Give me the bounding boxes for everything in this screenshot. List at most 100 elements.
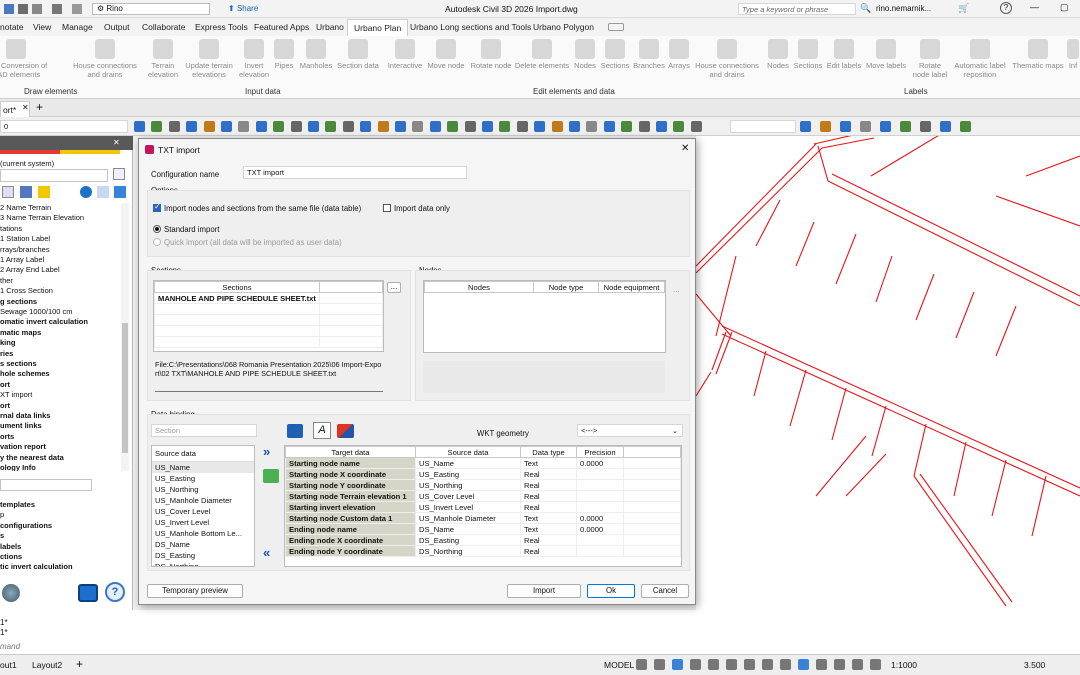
tab-annotate[interactable]: notate <box>0 22 24 32</box>
ribbon-btn-conversion[interactable]: ents Conversion of CAD elements <box>0 39 47 79</box>
tree-item[interactable]: 2 Name Terrain <box>0 203 51 212</box>
list-item[interactable]: DS_Northing <box>152 561 254 566</box>
toolbar-tool-icon[interactable] <box>621 121 633 132</box>
toolbar-tool-icon[interactable] <box>342 121 354 132</box>
ribbon-btn-label-nodes[interactable]: Nodes <box>765 39 791 70</box>
target-data-cell[interactable]: Starting node X coordinate <box>285 468 416 480</box>
table-row[interactable]: Ending node X coordinate DS_Easting Real <box>285 534 681 546</box>
ribbon-btn-thematic-maps[interactable]: Thematic maps <box>1010 39 1066 70</box>
tree-item[interactable]: XT import <box>0 390 32 399</box>
list-item[interactable]: US_Manhole Bottom Le... <box>152 528 254 539</box>
toolbar-tool-icon[interactable] <box>960 121 971 132</box>
ribbon-btn-terrain-elevation[interactable]: Terrain elevation <box>146 39 180 79</box>
toolbar-tool-icon[interactable] <box>238 121 250 132</box>
close-icon[interactable]: ✕ <box>681 143 689 154</box>
tree-item[interactable]: ument links <box>0 421 42 430</box>
toolbar-tool-icon[interactable] <box>395 121 406 132</box>
ribbon-btn-move-labels[interactable]: Move labels <box>864 39 908 70</box>
precision-cell[interactable] <box>576 490 624 502</box>
tree-view-icon[interactable] <box>2 186 14 198</box>
refresh-icon[interactable] <box>114 186 126 198</box>
tab-output[interactable]: Output <box>104 22 130 32</box>
status-toggle-icon[interactable] <box>870 659 881 670</box>
add-layout-icon[interactable]: + <box>76 657 83 671</box>
status-toggle-icon[interactable] <box>798 659 809 670</box>
tree-item[interactable]: vation report <box>0 442 46 451</box>
toolbar-tool-icon[interactable] <box>134 121 145 132</box>
help-icon[interactable]: ? <box>1000 2 1012 14</box>
precision-cell[interactable]: 0.0000 <box>576 523 624 535</box>
status-toggle-icon[interactable] <box>708 659 719 670</box>
table-row[interactable]: Ending node Y coordinate DS_Northing Real <box>285 545 681 557</box>
list-item[interactable]: US_Cover Level <box>152 506 254 517</box>
ribbon-btn-rotate-node-label[interactable]: Rotate node label <box>910 39 950 79</box>
panel-scrollbar[interactable] <box>121 203 129 471</box>
status-toggle-icon[interactable] <box>780 659 791 670</box>
tab-urbano-long-sections[interactable]: Urbano Long sections and Tools <box>410 22 531 32</box>
info-button[interactable] <box>78 584 98 602</box>
toolbar-tool-icon[interactable] <box>308 121 319 132</box>
target-data-cell[interactable]: Ending node Y coordinate <box>285 545 416 557</box>
toolbar-tool-icon[interactable] <box>360 121 372 132</box>
ribbon-btn-invert-elevation[interactable]: Invert elevation <box>237 39 271 79</box>
tree-item[interactable]: ology Info <box>0 463 36 471</box>
ribbon-btn-edit-labels[interactable]: Edit labels <box>825 39 863 70</box>
ribbon-btn-auto-reposition[interactable]: Automatic label reposition <box>950 39 1010 79</box>
sections-browse-button[interactable]: ... <box>387 282 401 293</box>
ribbon-btn-nodes[interactable]: Nodes <box>572 39 598 70</box>
ribbon-btn-label-sections[interactable]: Sections <box>792 39 824 70</box>
opt-same-file[interactable]: Import nodes and sections from the same … <box>153 202 361 213</box>
toolbar-tool-icon[interactable] <box>482 121 493 132</box>
section-type-combo[interactable]: Section <box>151 424 257 437</box>
tree-item[interactable]: 1 Array Label <box>0 255 44 264</box>
binding-grid[interactable]: Target data Source data Data type Precis… <box>284 445 682 567</box>
tab-featured-apps[interactable]: Featured Apps <box>254 22 309 32</box>
toolbar-tool-icon[interactable] <box>412 121 424 132</box>
opt-data-only[interactable]: Import data only <box>383 204 450 213</box>
toolbar-tool-icon[interactable] <box>690 121 702 132</box>
toolbar-tool-icon[interactable] <box>429 121 441 132</box>
drawing-canvas[interactable] <box>695 130 1080 654</box>
settings-icon[interactable] <box>97 186 109 198</box>
scale-combo[interactable] <box>730 120 796 133</box>
cart-icon[interactable]: 🛒 <box>958 3 969 14</box>
search-icon[interactable]: 🔍 <box>860 3 871 14</box>
toolbar-tool-icon[interactable] <box>900 121 911 132</box>
target-data-cell[interactable]: Starting node Y coordinate <box>285 479 416 491</box>
list-item[interactable]: US_Manhole Diameter <box>152 495 254 506</box>
ribbon-btn-branches[interactable]: Branches <box>632 39 666 70</box>
table-row[interactable]: Starting node Custom data 1 US_Manhole Di… <box>285 512 681 524</box>
list-item[interactable]: US_Northing <box>152 484 254 495</box>
quick-access-icons[interactable] <box>4 4 90 14</box>
tree-item[interactable]: rrays/branches <box>0 245 50 254</box>
tab-view[interactable]: View <box>33 22 51 32</box>
table-row[interactable]: Starting invert elevation US_Invert Level… <box>285 501 681 513</box>
annotation-scale[interactable]: 1:1000 <box>891 660 917 670</box>
ribbon-btn-manholes[interactable]: Manholes <box>298 39 334 70</box>
nodes-browse-button[interactable]: ... <box>673 285 680 294</box>
toolbar-tool-icon[interactable] <box>464 121 476 132</box>
wkt-combo[interactable]: <---> <box>577 424 683 437</box>
precision-cell[interactable] <box>576 479 624 491</box>
list-item[interactable]: US_Easting <box>152 473 254 484</box>
data-type-cell[interactable]: Real <box>520 490 577 502</box>
red-blue-action-icon[interactable] <box>337 424 354 438</box>
minimize-icon[interactable]: — <box>1030 2 1039 12</box>
data-type-cell[interactable]: Real <box>520 501 577 513</box>
toolbar-tool-icon[interactable] <box>273 121 285 132</box>
target-data-cell[interactable]: Starting node Terrain elevation 1 <box>285 490 416 502</box>
source-data-cell[interactable]: US_Easting <box>415 468 521 480</box>
tree-item[interactable]: labels <box>0 542 21 551</box>
precision-cell[interactable]: 0.0000 <box>576 512 624 524</box>
close-tab-icon[interactable]: ✕ <box>22 103 29 112</box>
toolbar-tool-icon[interactable] <box>638 121 650 132</box>
tree-item[interactable]: ort <box>0 380 10 389</box>
toolbar-tool-icon[interactable] <box>325 121 337 132</box>
panel-filter-icon[interactable] <box>113 168 125 180</box>
temporary-preview-button[interactable]: Temporary preview <box>147 584 243 598</box>
tree-item[interactable]: s sections <box>0 359 37 368</box>
list-view-icon[interactable] <box>20 186 32 198</box>
tree-item[interactable]: 2 Array End Label <box>0 265 60 274</box>
table-row[interactable]: Starting node name US_Name Text 0.0000 <box>285 457 681 469</box>
target-data-cell[interactable]: Ending node X coordinate <box>285 534 416 546</box>
